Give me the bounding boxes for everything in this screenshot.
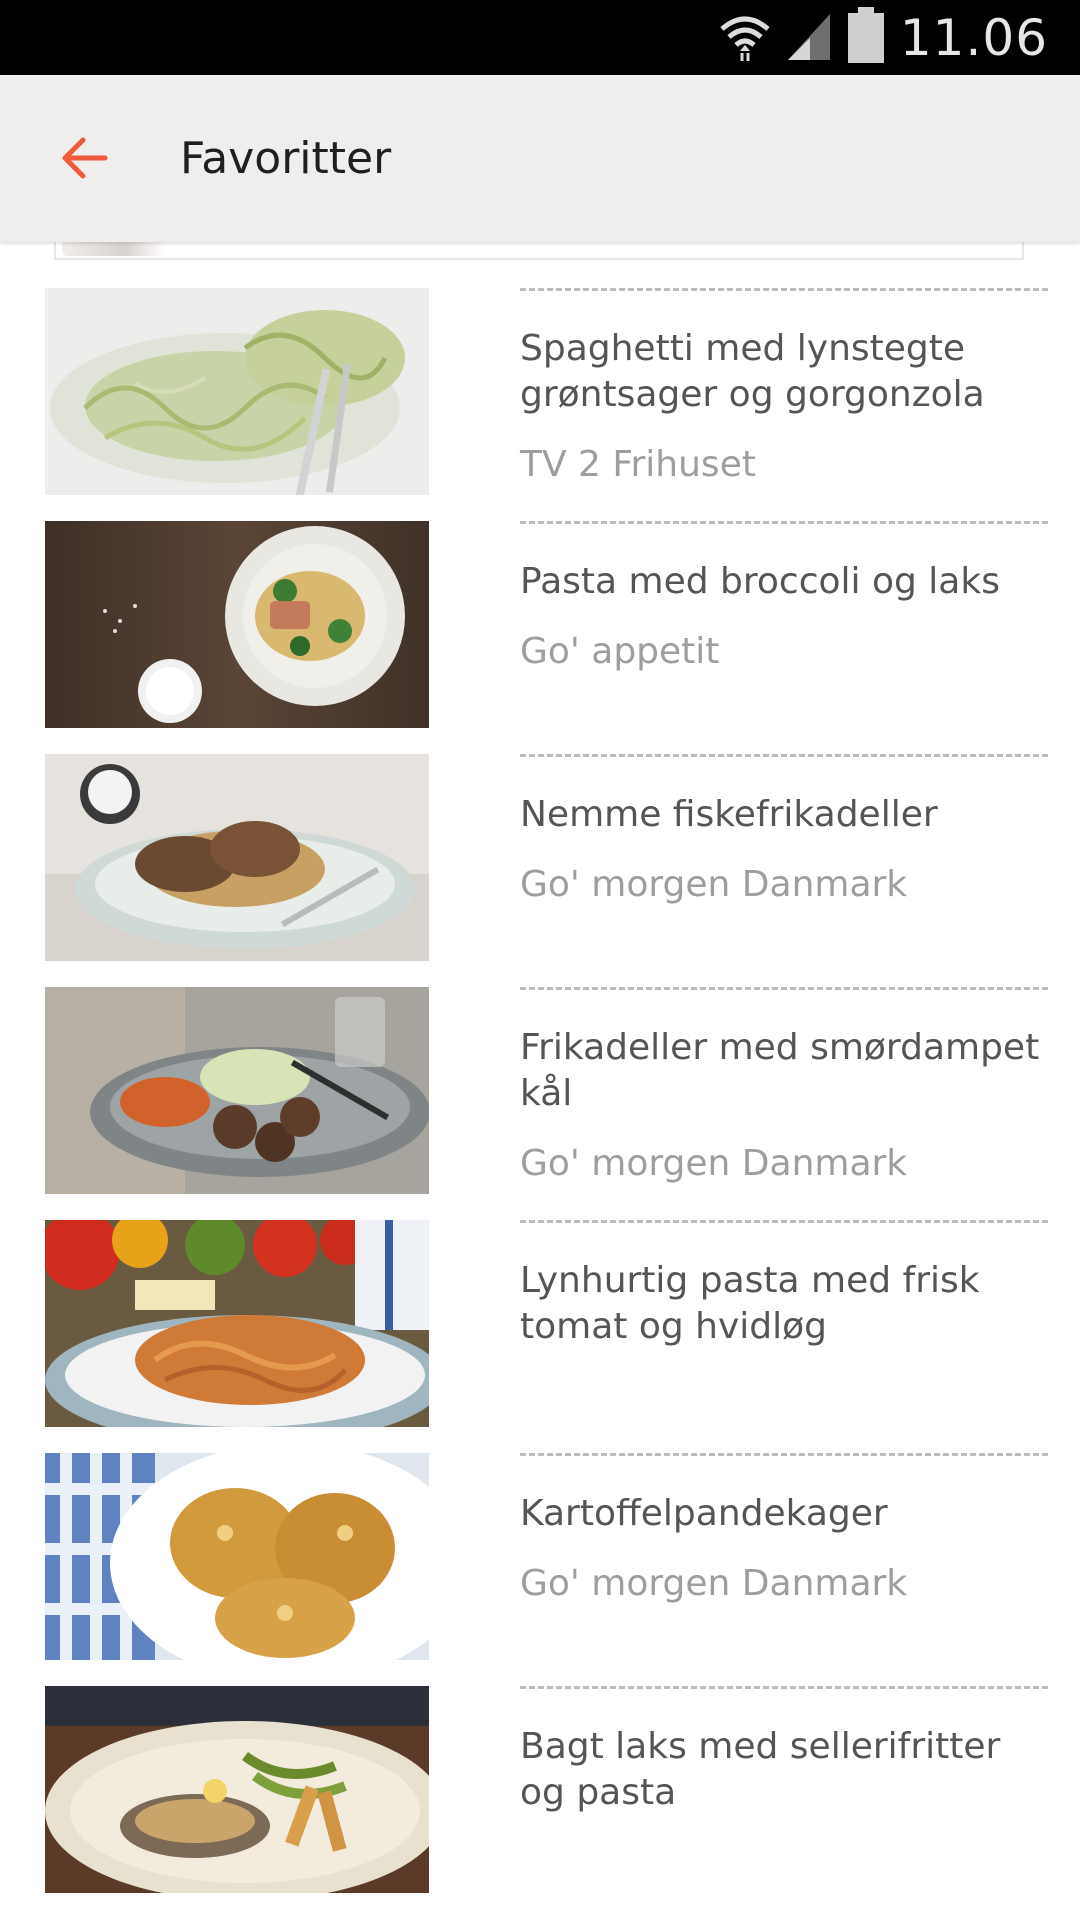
recipe-title: Frikadeller med smørdampet kål	[520, 1027, 1040, 1114]
status-bar: 11.06	[0, 0, 1080, 75]
item-divider	[520, 1686, 1048, 1689]
recipe-image	[45, 1686, 429, 1893]
wifi-icon	[718, 9, 772, 67]
back-button[interactable]	[50, 125, 120, 195]
item-divider	[520, 288, 1048, 291]
battery-icon	[846, 6, 886, 69]
recipe-item[interactable]: Kartoffelpandekager Go' morgen Danmark	[0, 1453, 1080, 1685]
recipe-source: Go' morgen Danmark	[520, 864, 908, 905]
recipe-source: Go' morgen Danmark	[520, 1143, 908, 1184]
recipe-image	[45, 987, 429, 1194]
recipe-item[interactable]: Spaghetti med lynstegte grøntsager og go…	[0, 288, 1080, 520]
item-divider	[520, 1220, 1048, 1223]
app-bar: Favoritter	[0, 75, 1080, 242]
recipe-image	[45, 1453, 429, 1660]
recipe-item[interactable]: Bagt laks med sellerifritter og pasta	[0, 1686, 1080, 1918]
recipe-title: Spaghetti med lynstegte grøntsager og go…	[520, 328, 985, 415]
recipe-title: Pasta med broccoli og laks	[520, 561, 1000, 602]
recipe-source: Go' morgen Danmark	[520, 1563, 908, 1604]
arrow-left-icon	[61, 134, 109, 186]
recipe-item[interactable]: Pasta med broccoli og laks Go' appetit	[0, 521, 1080, 753]
page-title: Favoritter	[180, 133, 392, 184]
recipe-source: Go' appetit	[520, 631, 720, 672]
recipe-source: TV 2 Frihuset	[520, 444, 756, 485]
recipe-item[interactable]: Lynhurtig pasta med frisk tomat og hvidl…	[0, 1220, 1080, 1452]
recipe-image	[45, 1220, 429, 1427]
recipe-image	[45, 288, 429, 495]
favorites-screen: Spaghetti med lynstegte grøntsager og go…	[0, 0, 1080, 1920]
recipe-item[interactable]: Frikadeller med smørdampet kål Go' morge…	[0, 987, 1080, 1219]
recipe-image	[45, 754, 429, 961]
recipe-title: Nemme fiskefrikadeller	[520, 794, 938, 835]
recipe-item[interactable]: Nemme fiskefrikadeller Go' morgen Danmar…	[0, 754, 1080, 986]
clock: 11.06	[899, 8, 1048, 67]
recipe-title: Lynhurtig pasta med frisk tomat og hvidl…	[520, 1260, 980, 1347]
item-divider	[520, 1453, 1048, 1456]
item-divider	[520, 521, 1048, 524]
recipe-image	[45, 521, 429, 728]
signal-icon	[786, 10, 832, 66]
recipe-title: Bagt laks med sellerifritter og pasta	[520, 1726, 1001, 1813]
item-divider	[520, 987, 1048, 990]
item-divider	[520, 754, 1048, 757]
recipe-title: Kartoffelpandekager	[520, 1493, 888, 1534]
